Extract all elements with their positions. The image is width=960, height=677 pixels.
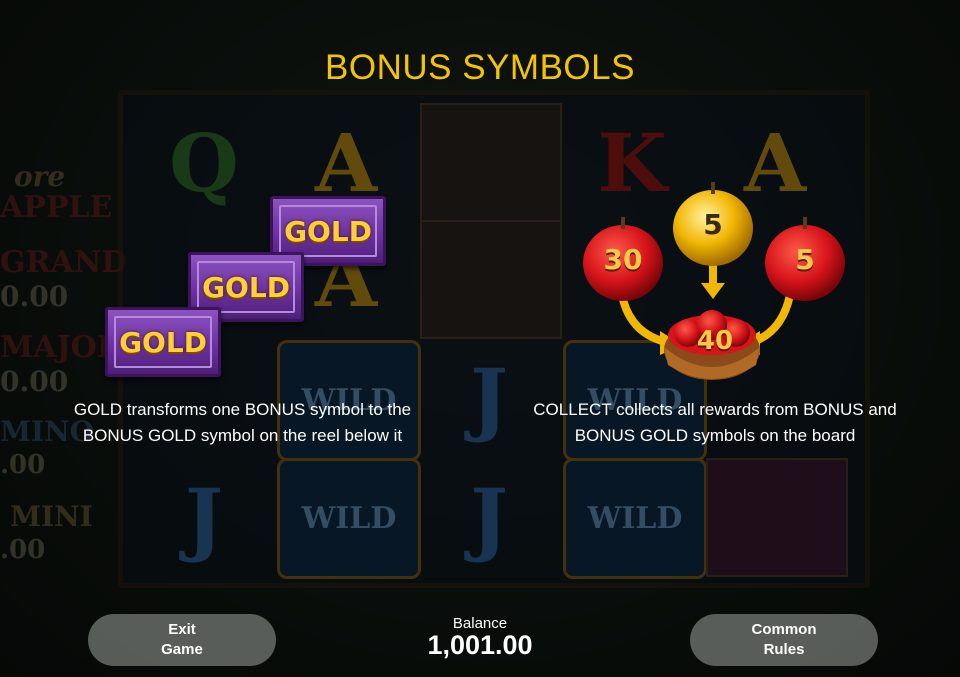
balance-value: 1,001.00 [427,630,533,660]
gold-symbol-label: GOLD [119,325,207,359]
gold-description-line: GOLD transforms one BONUS symbol to the [73,400,412,419]
collect-basket: 40 [670,320,760,370]
bonus-apple-red: 5 [760,215,850,305]
common-rules-label: Common [751,621,817,638]
apple-value: 5 [703,208,723,241]
page-title: BONUS SYMBOLS [325,48,635,87]
collect-description-line: BONUS GOLD symbols on the board [574,426,856,445]
exit-game-label: Game [161,641,203,658]
gold-description-line: BONUS GOLD symbol on the reel below it [82,426,403,445]
gold-symbol-label: GOLD [202,270,290,304]
common-rules-button[interactable]: Common Rules [690,614,878,666]
gold-description: GOLD transforms one BONUS symbol to the … [40,397,445,449]
bonus-gold-apple: 5 [668,180,758,270]
gold-symbol: GOLD [105,307,221,377]
basket-total: 40 [696,326,734,356]
exit-game-button[interactable]: Exit Game [88,614,276,666]
collect-description: COLLECT collects all rewards from BONUS … [500,397,930,449]
apple-value: 5 [795,243,815,276]
collect-description-line: COLLECT collects all rewards from BONUS … [533,400,897,419]
bonus-apple-red: 30 [578,215,668,305]
exit-game-label: Exit [168,621,196,638]
gold-symbol-label: GOLD [284,214,372,248]
common-rules-label: Rules [763,641,805,658]
apple-value: 30 [603,243,643,276]
